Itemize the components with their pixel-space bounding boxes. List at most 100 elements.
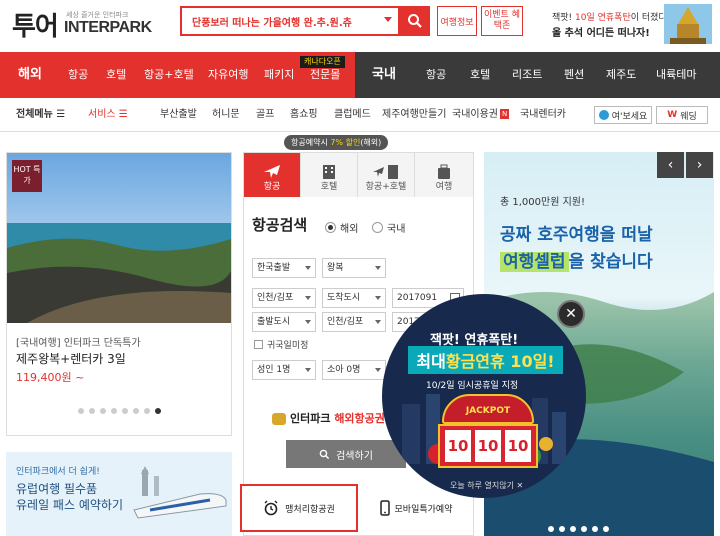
service-menu-button[interactable]: 서비스 ☰: [88, 98, 128, 132]
carousel-dot[interactable]: [570, 526, 576, 532]
yeobosaeyo-button[interactable]: 여'보세요: [594, 106, 652, 124]
mobile-deal-button[interactable]: 모바일특가예약: [364, 488, 468, 528]
carousel-dot[interactable]: [111, 408, 117, 414]
header-promo-line2[interactable]: 올 추석 어디든 떠나자!: [552, 24, 650, 39]
tab-travel[interactable]: 여행: [415, 153, 473, 197]
carousel-dot[interactable]: [100, 408, 106, 414]
carousel-dot[interactable]: [592, 526, 598, 532]
clearance-flight-button[interactable]: 맹처리항공권: [240, 484, 358, 532]
carousel-dot[interactable]: [581, 526, 587, 532]
banner-next-button[interactable]: ›: [686, 152, 713, 178]
flight-search-title: 항공검색: [252, 216, 308, 234]
banner-headline-2: 여행셀럽 을 찾습니다: [500, 247, 653, 272]
carousel-dot[interactable]: [144, 408, 150, 414]
banner-carousel-dots: [548, 526, 609, 532]
nav-domestic-hotel[interactable]: 호텔: [470, 52, 490, 98]
deal-title[interactable]: 제주왕복+렌터카 3일: [16, 350, 126, 367]
carousel-dot[interactable]: [548, 526, 554, 532]
nav-overseas-hotel[interactable]: 호텔: [106, 52, 126, 98]
event-button[interactable]: 이벤트 혜택존: [481, 6, 523, 36]
close-icon: ✕: [565, 306, 577, 322]
popup-close-button[interactable]: ✕: [557, 300, 585, 328]
return-undecided-checkbox[interactable]: 귀국일미정: [254, 338, 308, 351]
chat-icon: [598, 110, 609, 120]
subnav-honeymoon[interactable]: 허니문: [212, 98, 240, 132]
eurail-banner-line2: 유럽여행 필수품: [16, 482, 98, 496]
nav-domestic-flight[interactable]: 항공: [426, 52, 446, 98]
destination-city-select[interactable]: 도착도시: [322, 288, 386, 308]
carousel-dots: [78, 408, 161, 414]
search-button[interactable]: [400, 6, 430, 36]
carousel-dot[interactable]: [78, 408, 84, 414]
chevron-down-icon: [375, 296, 381, 300]
flight-search-button[interactable]: 검색하기: [286, 440, 406, 468]
child-count-select[interactable]: 소아 0명: [322, 360, 386, 380]
carousel-dot[interactable]: [133, 408, 139, 414]
nav-domestic-theme[interactable]: 내륙테마: [656, 52, 696, 98]
mobile-phone-icon: [379, 500, 390, 516]
flight-discount-notice: 항공예약시 7% 할인(해외): [284, 135, 389, 150]
train-icon: [133, 466, 227, 519]
interpark-overseas-flight-label[interactable]: 인터파크 해외항공권: [272, 410, 385, 426]
eurail-banner-line3: 유레일 패스 예약하기: [16, 498, 123, 512]
nav-overseas-flight[interactable]: 항공: [68, 52, 88, 98]
subnav-domestic-rentacar[interactable]: 국내렌터카: [520, 98, 566, 132]
radio-overseas[interactable]: 해외: [325, 220, 358, 235]
nav-domestic-resort[interactable]: 리조트: [512, 52, 542, 98]
logo-tour[interactable]: 투어: [12, 6, 59, 43]
chevron-down-icon: [305, 296, 311, 300]
tab-flight[interactable]: 항공: [244, 153, 301, 197]
carousel-dot-active[interactable]: [155, 408, 161, 414]
carousel-dot[interactable]: [603, 526, 609, 532]
travel-info-button[interactable]: 여행정보: [437, 6, 477, 36]
return-destination-select[interactable]: 인천/김포: [322, 312, 386, 332]
subnav-golf[interactable]: 골프: [256, 98, 274, 132]
all-menu-button[interactable]: 전체메뉴 ☰: [16, 98, 65, 132]
subnav-jeju-planner[interactable]: 제주여행만들기: [382, 98, 446, 132]
adult-count-select[interactable]: 성인 1명: [252, 360, 316, 380]
trip-type-select[interactable]: 왕복: [322, 258, 386, 278]
slot-machine: 10 10 10: [438, 424, 538, 468]
tab-hotel[interactable]: 호텔: [301, 153, 358, 197]
nav-domestic-jeju[interactable]: 제주도: [606, 52, 636, 98]
chevron-left-icon: ‹: [667, 157, 674, 173]
subnav-homeshopping[interactable]: 홈쇼핑: [290, 98, 318, 132]
coins-icon: [272, 413, 286, 425]
chevron-down-icon: [305, 266, 311, 270]
nav-domestic[interactable]: 국내: [372, 52, 396, 98]
chevron-right-icon: ›: [696, 157, 703, 173]
logo-interpark[interactable]: INTERPARK: [64, 19, 152, 37]
departure-region-select[interactable]: 한국출발: [252, 258, 316, 278]
carousel-dot[interactable]: [122, 408, 128, 414]
carousel-dot[interactable]: [89, 408, 95, 414]
radio-checked-icon: [325, 222, 336, 233]
chevron-down-icon[interactable]: [384, 17, 392, 22]
airplane-icon: [264, 165, 280, 178]
nav-overseas-flight-hotel[interactable]: 항공+호텔: [144, 52, 194, 98]
nav-overseas[interactable]: 해외: [18, 52, 42, 98]
suitcase-icon: [438, 164, 450, 179]
tab-flight-hotel[interactable]: 항공+호텔: [358, 153, 415, 197]
wedding-button[interactable]: W 웨딩: [656, 106, 708, 124]
nav-overseas-package[interactable]: 패키지: [264, 52, 294, 98]
search-input-text: 단풍보러 떠나는 가을여행 완.추.원.츄: [192, 17, 352, 29]
subnav-busan[interactable]: 부산출발: [160, 98, 197, 132]
jackpot-sign: JACKPOT: [442, 394, 534, 424]
subnav-domestic-voucher[interactable]: 국내이용권 N: [452, 98, 510, 132]
deal-price: 119,400원 ~: [16, 371, 85, 384]
alarm-clock-icon: [264, 500, 278, 516]
carousel-dot[interactable]: [559, 526, 565, 532]
banner-prev-button[interactable]: ‹: [657, 152, 684, 178]
nav-overseas-free-travel[interactable]: 자유여행: [208, 52, 248, 98]
chevron-down-icon: [375, 266, 381, 270]
chevron-down-icon: [375, 368, 381, 372]
return-origin-select[interactable]: 출발도시: [252, 312, 316, 332]
origin-city-select[interactable]: 인천/김포: [252, 288, 316, 308]
wedding-icon: W: [667, 110, 678, 120]
radio-domestic[interactable]: 국내: [372, 220, 405, 235]
popup-dismiss-today[interactable]: 오늘 하루 열지않기 ✕: [450, 480, 523, 491]
header-promo[interactable]: 잭팟! 10일 연휴폭탄이 터졌다!: [552, 10, 670, 23]
nav-domestic-pension[interactable]: 펜션: [564, 52, 584, 98]
subnav-clubmed[interactable]: 클럽메드: [334, 98, 371, 132]
search-input[interactable]: 단풍보러 떠나는 가을여행 완.추.원.츄: [180, 6, 400, 36]
